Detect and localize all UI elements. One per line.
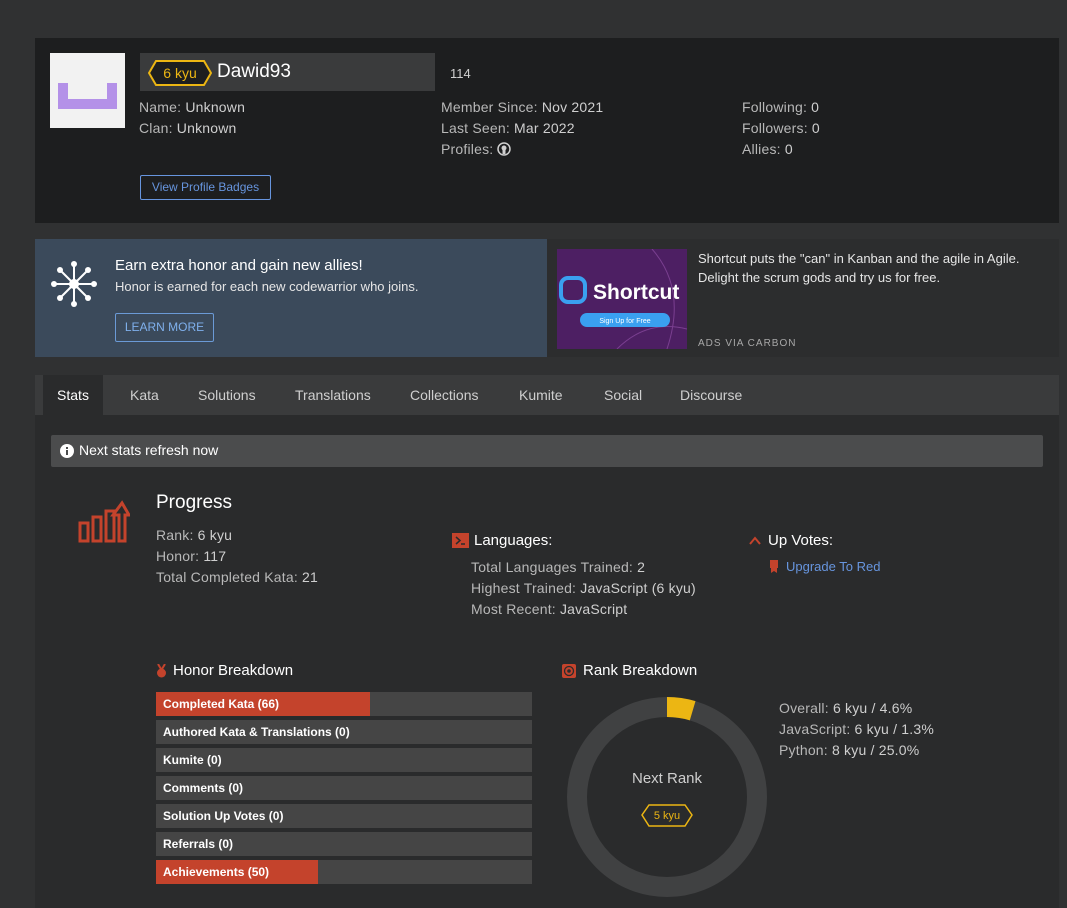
- ad-text[interactable]: Shortcut puts the "can" in Kanban and th…: [698, 249, 1048, 287]
- upvotes-title: Up Votes:: [768, 532, 834, 549]
- referral-subtitle: Honor is earned for each new codewarrior…: [115, 279, 419, 294]
- clan-row: Clan: Unknown: [139, 120, 237, 136]
- banner-tip: [423, 53, 435, 91]
- referral-banner: Earn extra honor and gain new allies! Ho…: [35, 239, 547, 357]
- github-icon[interactable]: [497, 142, 512, 156]
- rank-python-row: Python: 8 kyu / 25.0%: [779, 742, 920, 758]
- languages-trained-row: Total Languages Trained: 2: [471, 559, 646, 575]
- honor-breakdown-title: Honor Breakdown: [173, 662, 294, 679]
- honor-bar: Solution Up Votes (0): [156, 804, 532, 828]
- allies-row: Allies: 0: [742, 141, 793, 157]
- honor-bar: Referrals (0): [156, 832, 532, 856]
- honor-bar: Authored Kata & Translations (0): [156, 720, 532, 744]
- progress-title: Progress: [156, 492, 233, 513]
- ad-brand: Shortcut: [593, 281, 679, 304]
- ad-image[interactable]: Shortcut Sign Up for Free: [557, 249, 687, 349]
- honor-bar-label: Solution Up Votes (0): [163, 809, 284, 823]
- info-icon: [60, 444, 74, 458]
- honor-bar-label: Completed Kata (66): [163, 697, 280, 711]
- progress-completed-row: Total Completed Kata: 21: [156, 569, 319, 585]
- rank-progress-arc: [666, 697, 696, 721]
- medal-icon: [157, 664, 166, 678]
- terminal-icon: [452, 533, 469, 548]
- next-rank-label: Next Rank: [632, 770, 703, 787]
- tab-kumite[interactable]: Kumite: [519, 375, 563, 415]
- tab-kata[interactable]: Kata: [130, 375, 159, 415]
- honor-bar-label: Authored Kata & Translations (0): [163, 725, 350, 739]
- referral-title: Earn extra honor and gain new allies!: [115, 257, 363, 274]
- chevron-up-icon: [749, 536, 761, 545]
- profile-card: 6 kyu Dawid93 114 Name: Unknown Clan: Un…: [35, 38, 1059, 223]
- tab-social[interactable]: Social: [604, 375, 642, 415]
- tab-translations[interactable]: Translations: [295, 375, 371, 415]
- followers-row: Followers: 0: [742, 120, 820, 136]
- honor-bar-label: Achievements (50): [163, 865, 270, 879]
- member-since-row: Member Since: Nov 2021: [441, 99, 604, 115]
- refresh-notice-text: Next stats refresh now: [79, 442, 219, 458]
- tab-stats[interactable]: Stats: [43, 375, 103, 415]
- network-icon: [51, 261, 97, 307]
- carbon-ad: Shortcut Sign Up for Free Shortcut puts …: [547, 239, 1059, 357]
- profiles-row: Profiles:: [441, 141, 512, 157]
- progress-honor-row: Honor: 117: [156, 548, 227, 564]
- honor-bar-label: Referrals (0): [163, 837, 234, 851]
- following-row: Following: 0: [742, 99, 820, 115]
- honor-bar: Completed Kata (66): [156, 692, 532, 716]
- honor-bar-label: Comments (0): [163, 781, 244, 795]
- ad-cta: Sign Up for Free: [599, 318, 650, 325]
- honor-bar: Kumite (0): [156, 748, 532, 772]
- view-profile-badges-button[interactable]: View Profile Badges: [140, 175, 271, 200]
- ad-via[interactable]: ADS VIA CARBON: [698, 338, 796, 349]
- rank-badge-label: 6 kyu: [163, 65, 197, 81]
- username: Dawid93: [217, 61, 291, 82]
- languages-highest-row: Highest Trained: JavaScript (6 kyu): [471, 580, 696, 596]
- honor-count: 114: [450, 66, 471, 81]
- honor-bar: Achievements (50): [156, 860, 532, 884]
- avatar[interactable]: [50, 53, 125, 128]
- refresh-notice: Next stats refresh now: [51, 435, 1043, 467]
- rank-badge: 6 kyu: [148, 60, 212, 86]
- next-rank-value: 5 kyu: [654, 810, 680, 822]
- tab-collections[interactable]: Collections: [410, 375, 478, 415]
- tab-solutions[interactable]: Solutions: [198, 375, 256, 415]
- rank-overall-row: Overall: 6 kyu / 4.6%: [779, 700, 913, 716]
- learn-more-button[interactable]: LEARN MORE: [115, 313, 214, 342]
- progress-rank-row: Rank: 6 kyu: [156, 527, 233, 543]
- progress-chart-icon: [78, 500, 130, 543]
- profile-tabs: Stats Kata Solutions Translations Collec…: [35, 375, 1059, 415]
- rank-donut: Next Rank 5 kyu: [567, 697, 767, 897]
- rank-javascript-row: JavaScript: 6 kyu / 1.3%: [779, 721, 934, 737]
- languages-title: Languages:: [474, 532, 553, 549]
- stats-panel: Next stats refresh now Progress Rank: 6 …: [35, 415, 1059, 908]
- languages-recent-row: Most Recent: JavaScript: [471, 601, 628, 617]
- last-seen-row: Last Seen: Mar 2022: [441, 120, 575, 136]
- honor-bar-label: Kumite (0): [163, 753, 222, 767]
- upgrade-to-red-link[interactable]: Upgrade To Red: [786, 559, 880, 574]
- honor-bar: Comments (0): [156, 776, 532, 800]
- rank-breakdown-title: Rank Breakdown: [583, 662, 698, 679]
- tab-discourse[interactable]: Discourse: [680, 375, 742, 415]
- target-icon: [562, 664, 576, 678]
- ribbon-icon: [770, 560, 778, 573]
- name-row: Name: Unknown: [139, 99, 246, 115]
